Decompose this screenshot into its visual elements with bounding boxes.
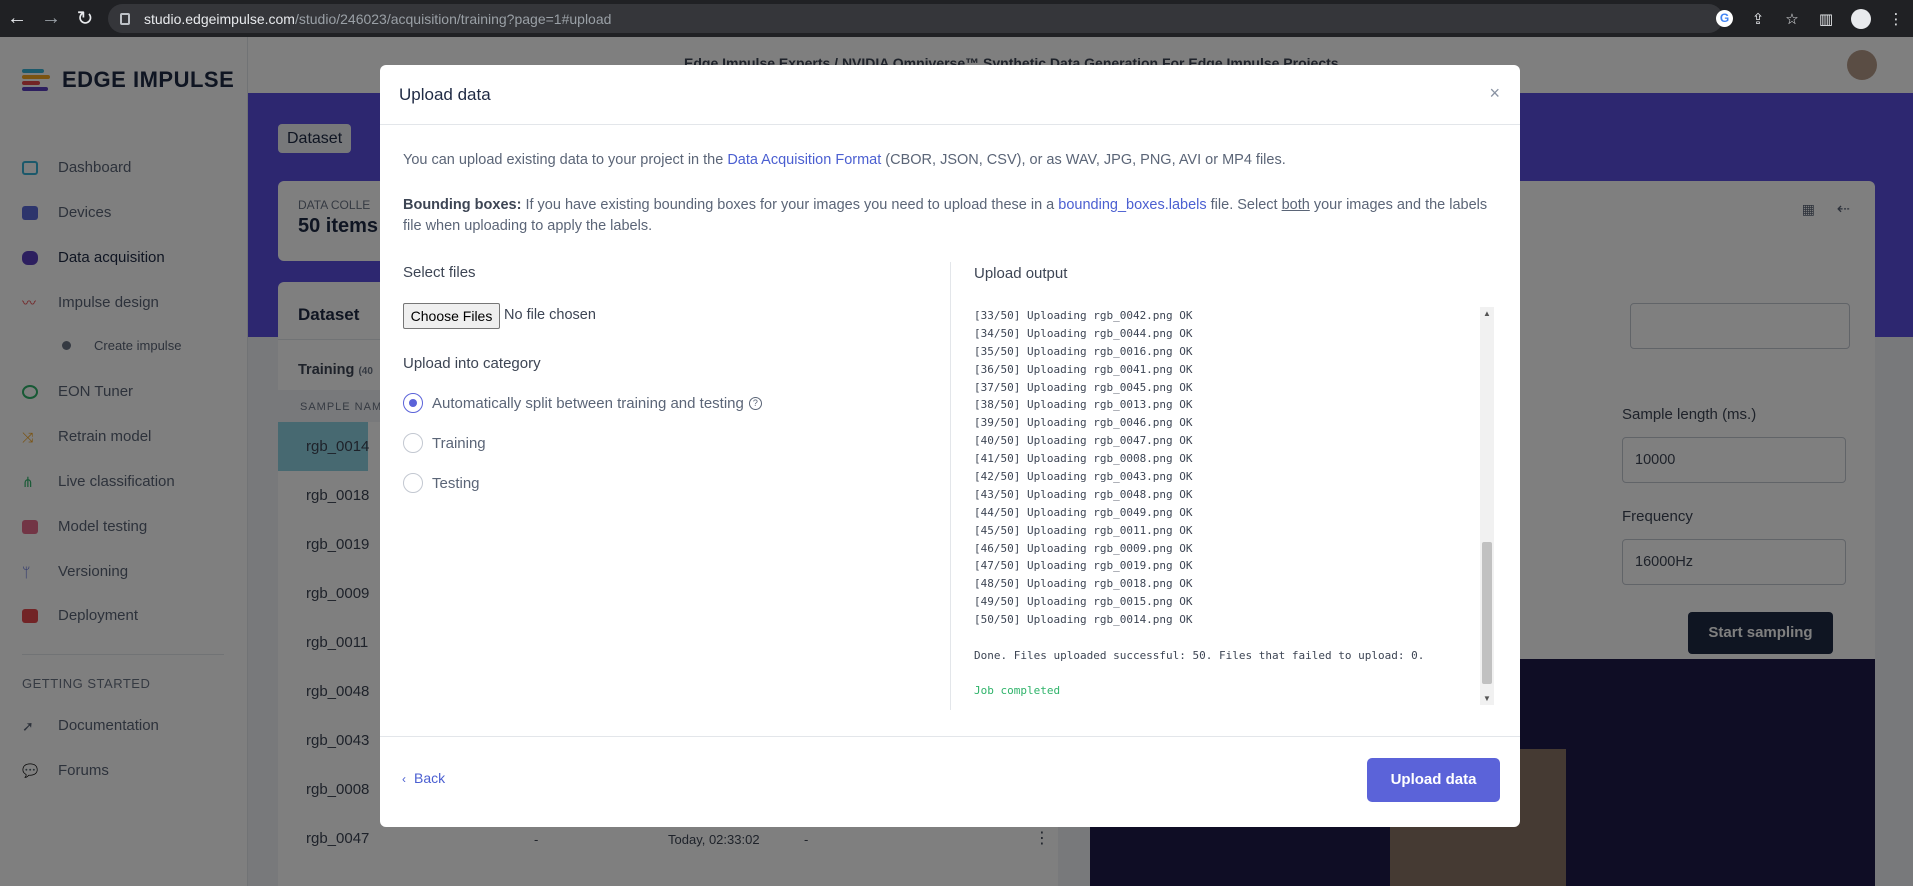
radio-auto-split[interactable]: Automatically split between training and… (403, 393, 762, 413)
log-line: [45/50] Uploading rgb_0011.png OK (974, 523, 1193, 537)
log-line: [49/50] Uploading rgb_0015.png OK (974, 595, 1193, 609)
job-completed-status: Job completed (974, 683, 1061, 697)
forward-arrow-icon[interactable]: → (34, 7, 68, 30)
radio-selected-icon[interactable] (403, 393, 423, 413)
radio-label: Testing (432, 474, 480, 492)
upload-data-button[interactable]: Upload data (1367, 758, 1500, 802)
close-icon[interactable]: × (1489, 83, 1500, 104)
intro-text: You can upload existing data to your pro… (403, 150, 1493, 171)
log-line: [44/50] Uploading rgb_0049.png OK (974, 505, 1193, 519)
bounding-boxes-label: Bounding boxes: (403, 197, 522, 213)
sidepanel-icon[interactable]: ▥ (1809, 10, 1843, 28)
browser-toolbar: ← → ↻ studio.edgeimpulse.com/studio/2460… (0, 0, 1913, 37)
intro-text-part: (CBOR, JSON, CSV), or as WAV, JPG, PNG, … (881, 152, 1286, 168)
log-line: [39/50] Uploading rgb_0046.png OK (974, 416, 1193, 430)
done-summary: Done. Files uploaded successful: 50. Fil… (974, 649, 1425, 663)
radio-label: Training (432, 434, 486, 452)
log-line: [34/50] Uploading rgb_0044.png OK (974, 326, 1193, 340)
modal-title: Upload data (399, 85, 491, 104)
log-line: [43/50] Uploading rgb_0048.png OK (974, 487, 1193, 501)
radio-unselected-icon[interactable] (403, 473, 423, 493)
log-line: [41/50] Uploading rgb_0008.png OK (974, 452, 1193, 466)
bounding-boxes-labels-link[interactable]: bounding_boxes.labels (1058, 197, 1206, 213)
no-file-chosen-text: No file chosen (504, 307, 596, 323)
log-line: [38/50] Uploading rgb_0013.png OK (974, 398, 1193, 412)
log-line: [33/50] Uploading rgb_0042.png OK (974, 309, 1193, 322)
upload-output-label: Upload output (974, 265, 1068, 282)
log-line: [40/50] Uploading rgb_0047.png OK (974, 434, 1193, 448)
address-bar[interactable]: studio.edgeimpulse.com/studio/246023/acq… (108, 4, 1723, 33)
menu-kebab-icon[interactable]: ⋮ (1879, 10, 1913, 28)
column-divider (950, 262, 951, 710)
url-path: /studio/246023/acquisition/training?page… (294, 10, 612, 27)
back-arrow-icon[interactable]: ← (0, 7, 34, 30)
scrollbar-thumb[interactable] (1482, 542, 1492, 684)
modal-footer: ‹ Back Upload data (380, 736, 1520, 827)
share-icon[interactable]: ⇪ (1741, 10, 1775, 28)
bbox-text-part: If you have existing bounding boxes for … (521, 197, 1059, 213)
back-label: Back (414, 770, 446, 786)
bbox-text-part: file. Select (1206, 197, 1282, 213)
log-line: [35/50] Uploading rgb_0016.png OK (974, 344, 1193, 358)
select-files-label: Select files (403, 264, 476, 281)
radio-label: Automatically split between training and… (432, 394, 744, 412)
log-line: [36/50] Uploading rgb_0041.png OK (974, 362, 1193, 376)
scroll-down-arrow-icon[interactable]: ▼ (1483, 694, 1491, 703)
upload-data-modal: Upload data × You can upload existing da… (380, 65, 1520, 827)
bounding-boxes-text: Bounding boxes: If you have existing bou… (403, 195, 1493, 237)
both-emphasis: both (1281, 197, 1310, 213)
url-text: studio.edgeimpulse.com/studio/246023/acq… (144, 11, 611, 27)
radio-unselected-icon[interactable] (403, 433, 423, 453)
log-line: [37/50] Uploading rgb_0045.png OK (974, 380, 1193, 394)
log-line: [50/50] Uploading rgb_0014.png OK (974, 613, 1193, 627)
intro-text-part: You can upload existing data to your pro… (403, 152, 728, 168)
google-icon[interactable]: G (1716, 10, 1733, 27)
modal-header: Upload data × (380, 65, 1520, 125)
profile-icon[interactable] (1851, 8, 1871, 29)
radio-testing[interactable]: Testing (403, 473, 480, 493)
reload-icon[interactable]: ↻ (68, 6, 102, 31)
help-icon[interactable]: ? (748, 396, 762, 410)
scroll-up-arrow-icon[interactable]: ▲ (1483, 309, 1491, 318)
chevron-left-icon: ‹ (402, 772, 406, 786)
upload-category-label: Upload into category (403, 355, 541, 372)
log-line: [46/50] Uploading rgb_0009.png OK (974, 541, 1193, 555)
bookmark-star-icon[interactable]: ☆ (1775, 10, 1809, 28)
choose-files-button[interactable]: Choose Files (403, 303, 500, 329)
upload-output-log[interactable]: [33/50] Uploading rgb_0042.png OK [34/50… (974, 307, 1474, 703)
log-line: [47/50] Uploading rgb_0019.png OK (974, 559, 1193, 573)
url-host: studio.edgeimpulse.com (144, 10, 295, 27)
log-line: [42/50] Uploading rgb_0043.png OK (974, 470, 1193, 484)
lock-icon (120, 12, 130, 25)
output-scrollbar[interactable]: ▲ ▼ (1480, 307, 1494, 705)
data-acquisition-format-link[interactable]: Data Acquisition Format (727, 152, 881, 168)
back-button[interactable]: ‹ Back (402, 770, 445, 786)
radio-training[interactable]: Training (403, 433, 486, 453)
log-line: [48/50] Uploading rgb_0018.png OK (974, 577, 1193, 591)
